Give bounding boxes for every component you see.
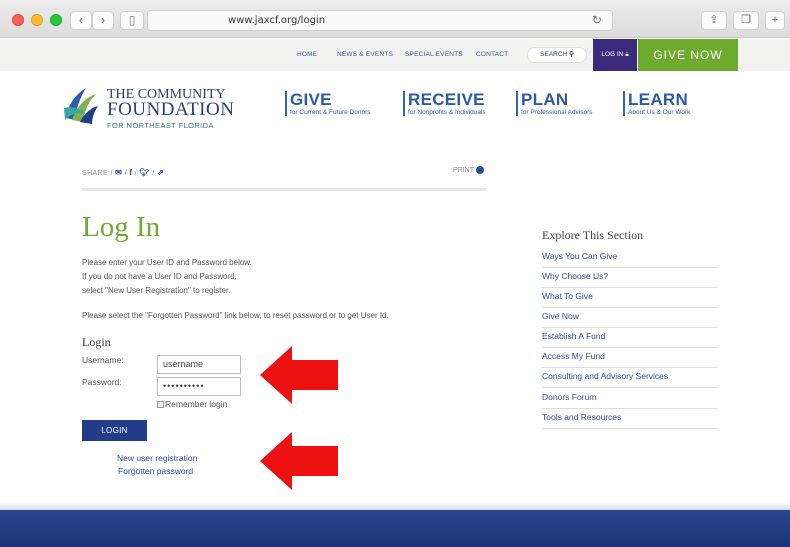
browser-window: ‹ › ▯ www.jaxcf.org/login ↻ ⇪ ❐ + HOME N… [0, 0, 790, 547]
sidebar-item-access-my-fund[interactable]: Access My Fund [542, 348, 718, 368]
sidebar-item-why-choose-us[interactable]: Why Choose Us? [542, 268, 718, 288]
foundation-logo-icon[interactable] [62, 84, 100, 124]
sidebar-item-ways-you-can-give[interactable]: Ways You Can Give [542, 248, 718, 268]
main-nav-receive-title: RECEIVE [408, 90, 485, 109]
new-user-registration-link[interactable]: New user registration [117, 453, 197, 463]
external-share-icon[interactable]: ⇗ [157, 168, 164, 177]
page-title: Log In [82, 211, 161, 243]
sidebar-item-establish-a-fund[interactable]: Establish A Fund [542, 328, 718, 348]
main-nav-receive[interactable]: RECEIVE for Nonprofits & Individuals [403, 91, 486, 116]
close-window-button[interactable] [12, 14, 24, 26]
print-button[interactable]: PRINT [453, 166, 484, 174]
give-now-button[interactable]: GIVE NOW [638, 39, 738, 71]
give-now-label: GIVE NOW [653, 48, 723, 62]
remember-checkbox[interactable] [157, 401, 164, 409]
main-nav-receive-sub: for Nonprofits & Individuals [408, 109, 486, 116]
main-nav-learn-sub: About Us & Our Work [628, 109, 691, 116]
login-nav-label: LOG IN [601, 51, 624, 58]
sidebar-heading: Explore This Section [542, 228, 644, 242]
email-share-icon[interactable]: ✉ [115, 168, 122, 177]
search-icon: ⚲ [569, 51, 574, 58]
share-button[interactable]: ⇪ [701, 11, 727, 30]
minimize-window-button[interactable] [31, 14, 43, 26]
intro-line-2: If you do not have a User ID and Passwor… [82, 272, 237, 281]
sidebar-icon: ▯ [128, 13, 136, 27]
main-nav-give[interactable]: GIVE for Current & Future Donors [285, 91, 371, 116]
intro-line-3: select "New User Registration" to regist… [82, 286, 231, 295]
chevron-right-icon: › [101, 13, 105, 27]
main-nav-plan-sub: for Professional Advisors [521, 109, 593, 116]
logo-line-2: FOUNDATION [107, 99, 235, 120]
reload-icon[interactable]: ↻ [592, 13, 602, 27]
sidebar-item-donors-forum[interactable]: Donors Forum [542, 389, 718, 409]
login-submit-label: LOGIN [101, 426, 128, 435]
address-bar[interactable]: www.jaxcf.org/login ↻ [147, 10, 613, 31]
username-field[interactable]: username [157, 355, 241, 374]
nav-news-events-link[interactable]: NEWS & EVENTS [337, 51, 393, 58]
red-arrow-icon [260, 346, 338, 404]
main-nav-plan[interactable]: PLAN for Professional Advisors [516, 91, 593, 116]
nav-special-events-link[interactable]: SPECIAL EVENTS [405, 51, 463, 58]
password-label: Password: [82, 377, 122, 387]
facebook-share-icon[interactable]: f [129, 168, 132, 177]
main-nav-learn-title: LEARN [628, 90, 689, 109]
login-submit-button[interactable]: LOGIN [82, 420, 147, 441]
username-label: Username: [82, 355, 124, 365]
search-label: SEARCH [540, 51, 568, 58]
back-button[interactable]: ‹ [70, 11, 92, 30]
sidebar-item-give-now[interactable]: Give Now [542, 308, 718, 328]
share-icon: ⇪ [709, 14, 719, 26]
browser-toolbar: ‹ › ▯ www.jaxcf.org/login ↻ ⇪ ❐ + [0, 0, 790, 38]
remember-login[interactable]: Remember login [157, 399, 227, 409]
login-heading: Login [82, 335, 111, 349]
remember-label: Remember login [165, 399, 228, 409]
red-arrow-icon [260, 432, 338, 490]
share-label: SHARE [82, 170, 109, 177]
main-nav-learn[interactable]: LEARN About Us & Our Work [623, 91, 690, 116]
login-nav-button[interactable]: LOG IN 🔒︎ [593, 39, 637, 71]
logo-line-3: FOR NORTHEAST FLORIDA [107, 121, 214, 130]
print-icon [475, 166, 484, 174]
lock-icon: 🔒︎ [625, 51, 629, 58]
share-bar: SHARE / ✉ / f / 🐦︎ / ⇗ [82, 168, 165, 177]
password-field[interactable]: •••••••••• [157, 377, 241, 396]
twitter-share-icon[interactable]: 🐦︎ [139, 168, 150, 177]
chevron-left-icon: ‹ [79, 13, 83, 27]
sidebar-item-consulting[interactable]: Consulting and Advisory Services [542, 368, 718, 388]
divider [82, 188, 486, 191]
main-nav-give-sub: for Current & Future Donors [290, 109, 371, 116]
intro-line-1: Please enter your User ID and Password b… [82, 258, 252, 267]
new-tab-button[interactable]: + [765, 11, 785, 30]
forward-button[interactable]: › [92, 11, 114, 30]
nav-contact-link[interactable]: CONTACT [476, 51, 508, 58]
sidebar-toggle-button[interactable]: ▯ [120, 11, 144, 30]
intro-line-4: Please select the "Forgotten Password" l… [82, 311, 389, 320]
main-nav-give-title: GIVE [290, 90, 332, 109]
sidebar-item-what-to-give[interactable]: What To Give [542, 288, 718, 308]
url-text: www.jaxcf.org/login [228, 15, 326, 26]
search-button[interactable]: SEARCH ⚲ [527, 47, 587, 63]
nav-home-link[interactable]: HOME [297, 51, 317, 58]
sidebar-item-tools-and-resources[interactable]: Tools and Resources [542, 409, 718, 429]
forgotten-password-link[interactable]: Forgotten password [118, 466, 193, 476]
plus-icon: + [771, 14, 779, 26]
footer-band [0, 502, 790, 547]
print-label: PRINT [453, 166, 474, 174]
tabs-button[interactable]: ❐ [733, 11, 759, 30]
main-nav-plan-title: PLAN [521, 90, 569, 109]
zoom-window-button[interactable] [50, 14, 62, 26]
tabs-icon: ❐ [741, 14, 751, 26]
